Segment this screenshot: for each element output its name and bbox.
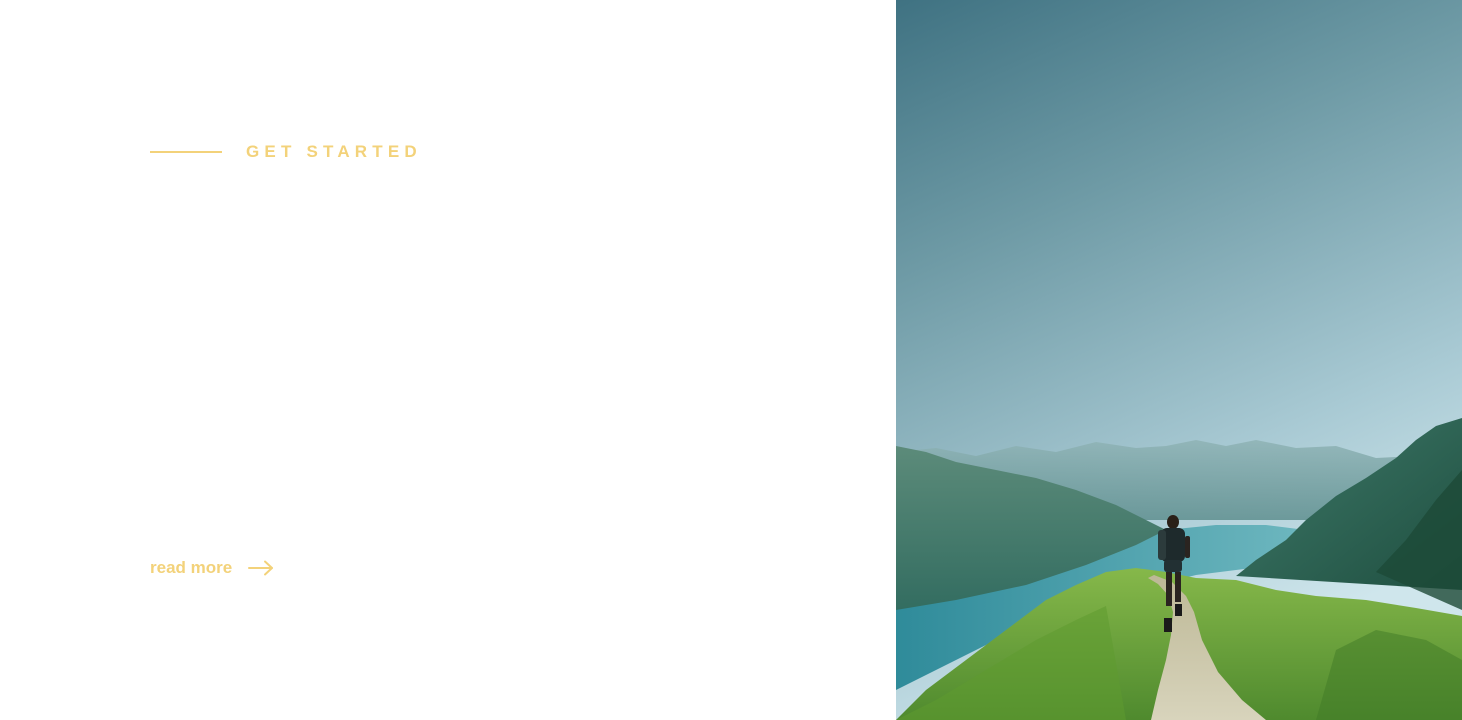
get-started-label: GET STARTED bbox=[246, 142, 422, 161]
intro-panel: GET STARTED read more bbox=[0, 0, 896, 720]
hero-image bbox=[896, 0, 1462, 720]
read-more-label: read more bbox=[150, 558, 233, 577]
arrow-right-icon bbox=[248, 560, 274, 576]
get-started-eyebrow: GET STARTED bbox=[150, 141, 422, 163]
page: GET STARTED read more bbox=[0, 0, 1462, 720]
read-more-link[interactable]: read more bbox=[150, 556, 274, 580]
hiker-mountain-photo bbox=[896, 0, 1462, 720]
eyebrow-divider-line bbox=[150, 151, 222, 153]
